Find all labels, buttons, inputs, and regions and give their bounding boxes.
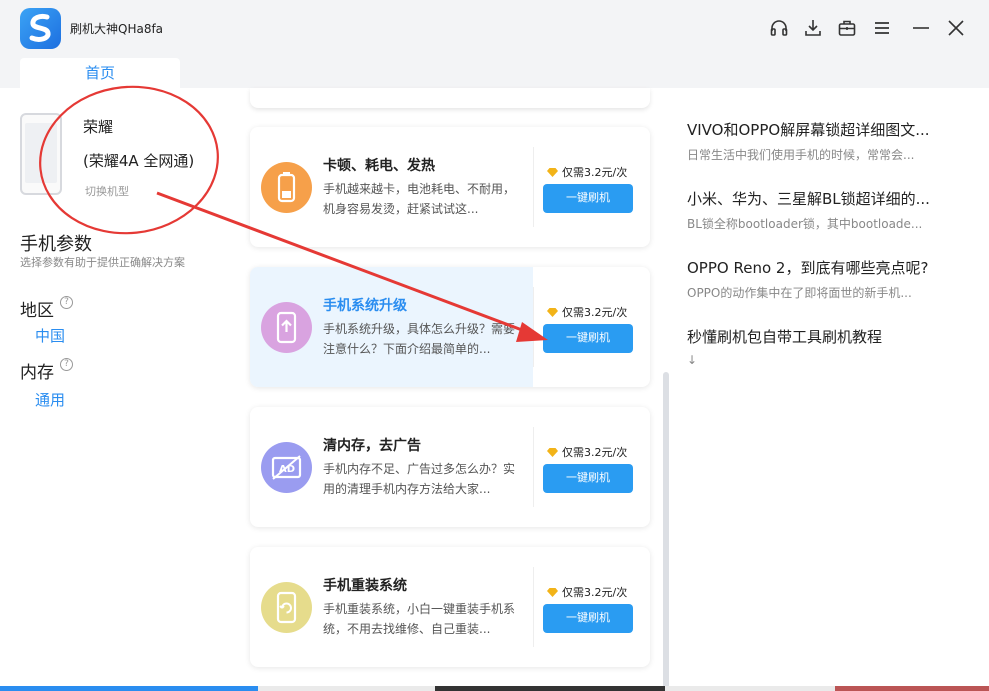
phone-device-icon <box>20 113 62 195</box>
article-item[interactable]: 小米、华为、三星解BL锁超详细的... BL锁全称bootloader锁，其中b… <box>687 188 977 232</box>
service-price: 仅需3.2元/次 <box>547 444 627 460</box>
one-click-flash-button[interactable]: 一键刷机 <box>543 324 633 353</box>
download-icon[interactable] <box>802 17 824 39</box>
bottom-strip <box>0 686 989 691</box>
price-text: 仅需3.2元/次 <box>562 166 628 179</box>
one-click-flash-button[interactable]: 一键刷机 <box>543 604 633 633</box>
service-desc: 手机内存不足、广告过多怎么办？实用的清理手机内存方法给大家... <box>323 462 516 496</box>
battery-icon <box>261 162 312 213</box>
article-summary: BL锁全称bootloader锁，其中bootloade... <box>687 217 923 231</box>
service-desc: 手机越来越卡，电池耗电、不耐用，机身容易发烫，赶紧试试这... <box>323 182 516 216</box>
minimize-icon[interactable] <box>910 17 932 39</box>
article-item[interactable]: VIVO和OPPO解屏幕锁超详细图文... 日常生活中我们使用手机的时候，常常会… <box>687 119 977 163</box>
service-title: 卡顿、耗电、发热 <box>323 158 435 174</box>
service-price: 仅需3.2元/次 <box>547 304 627 320</box>
memory-label: 内存 <box>20 363 54 383</box>
device-model: (荣耀4A 全网通) <box>83 152 195 170</box>
tab-home[interactable]: 首页 <box>20 58 180 88</box>
menu-icon[interactable] <box>871 17 893 39</box>
article-title: OPPO Reno 2，到底有哪些亮点呢? <box>687 259 929 277</box>
diamond-icon <box>547 308 558 317</box>
price-text: 仅需3.2元/次 <box>562 446 628 459</box>
tab-bar: 首页 <box>0 58 989 88</box>
service-card: 手机系统升级 手机系统升级，具体怎么升级？需要注意什么？下面介绍最简单的... … <box>250 267 650 387</box>
headset-icon[interactable] <box>768 17 790 39</box>
app-logo <box>20 8 61 49</box>
region-label: 地区 <box>20 301 54 321</box>
region-value[interactable]: 中国 <box>35 325 65 346</box>
price-text: 仅需3.2元/次 <box>562 306 628 319</box>
article-item[interactable]: 秒懂刷机包自带工具刷机教程 ↓ <box>687 326 977 367</box>
article-title: 小米、华为、三星解BL锁超详细的... <box>687 190 930 208</box>
article-summary: OPPO的动作集中在了即将面世的新手机... <box>687 286 912 300</box>
diamond-icon <box>547 448 558 457</box>
toolbox-icon[interactable] <box>836 17 858 39</box>
card-partial <box>250 88 650 108</box>
service-price: 仅需3.2元/次 <box>547 584 627 600</box>
title-bar: 刷机大神QHa8fa <box>0 0 989 58</box>
diamond-icon <box>547 168 558 177</box>
article-title: 秒懂刷机包自带工具刷机教程 <box>687 328 883 346</box>
svg-text:AD: AD <box>279 464 295 475</box>
close-icon[interactable] <box>945 17 967 39</box>
params-subtitle: 选择参数有助于提供正确解决方案 <box>20 256 185 269</box>
service-title: 手机系统升级 <box>323 298 407 314</box>
device-brand: 荣耀 <box>83 118 114 136</box>
service-desc: 手机系统升级，具体怎么升级？需要注意什么？下面介绍最简单的... <box>323 322 516 356</box>
reinstall-icon <box>261 582 312 633</box>
one-click-flash-button[interactable]: 一键刷机 <box>543 464 633 493</box>
switch-model-link[interactable]: 切换机型 <box>85 183 129 199</box>
service-title: 手机重装系统 <box>323 578 407 594</box>
params-title: 手机参数 <box>20 234 92 255</box>
service-desc: 手机重装系统，小白一键重装手机系统，不用去找维修、自己重装... <box>323 602 516 636</box>
memory-help-icon[interactable]: ? <box>60 358 73 371</box>
phone-upgrade-icon <box>261 302 312 353</box>
service-card: AD 清内存，去广告 手机内存不足、广告过多怎么办？实用的清理手机内存方法给大家… <box>250 407 650 527</box>
service-price: 仅需3.2元/次 <box>547 164 627 180</box>
diamond-icon <box>547 588 558 597</box>
memory-value[interactable]: 通用 <box>35 389 65 410</box>
article-title: VIVO和OPPO解屏幕锁超详细图文... <box>687 121 930 139</box>
price-text: 仅需3.2元/次 <box>562 586 628 599</box>
region-help-icon[interactable]: ? <box>60 296 73 309</box>
article-summary: ↓ <box>687 353 698 367</box>
one-click-flash-button[interactable]: 一键刷机 <box>543 184 633 213</box>
article-item[interactable]: OPPO Reno 2，到底有哪些亮点呢? OPPO的动作集中在了即将面世的新手… <box>687 257 977 301</box>
service-card: 卡顿、耗电、发热 手机越来越卡，电池耗电、不耐用，机身容易发烫，赶紧试试这...… <box>250 127 650 247</box>
service-card: 手机重装系统 手机重装系统，小白一键重装手机系统，不用去找维修、自己重装... … <box>250 547 650 667</box>
service-title: 清内存，去广告 <box>323 438 421 454</box>
scrollbar-thumb[interactable] <box>663 372 669 688</box>
article-summary: 日常生活中我们使用手机的时候，常常会... <box>687 148 915 162</box>
ad-block-icon: AD <box>261 442 312 493</box>
app-title: 刷机大神QHa8fa <box>70 22 164 36</box>
